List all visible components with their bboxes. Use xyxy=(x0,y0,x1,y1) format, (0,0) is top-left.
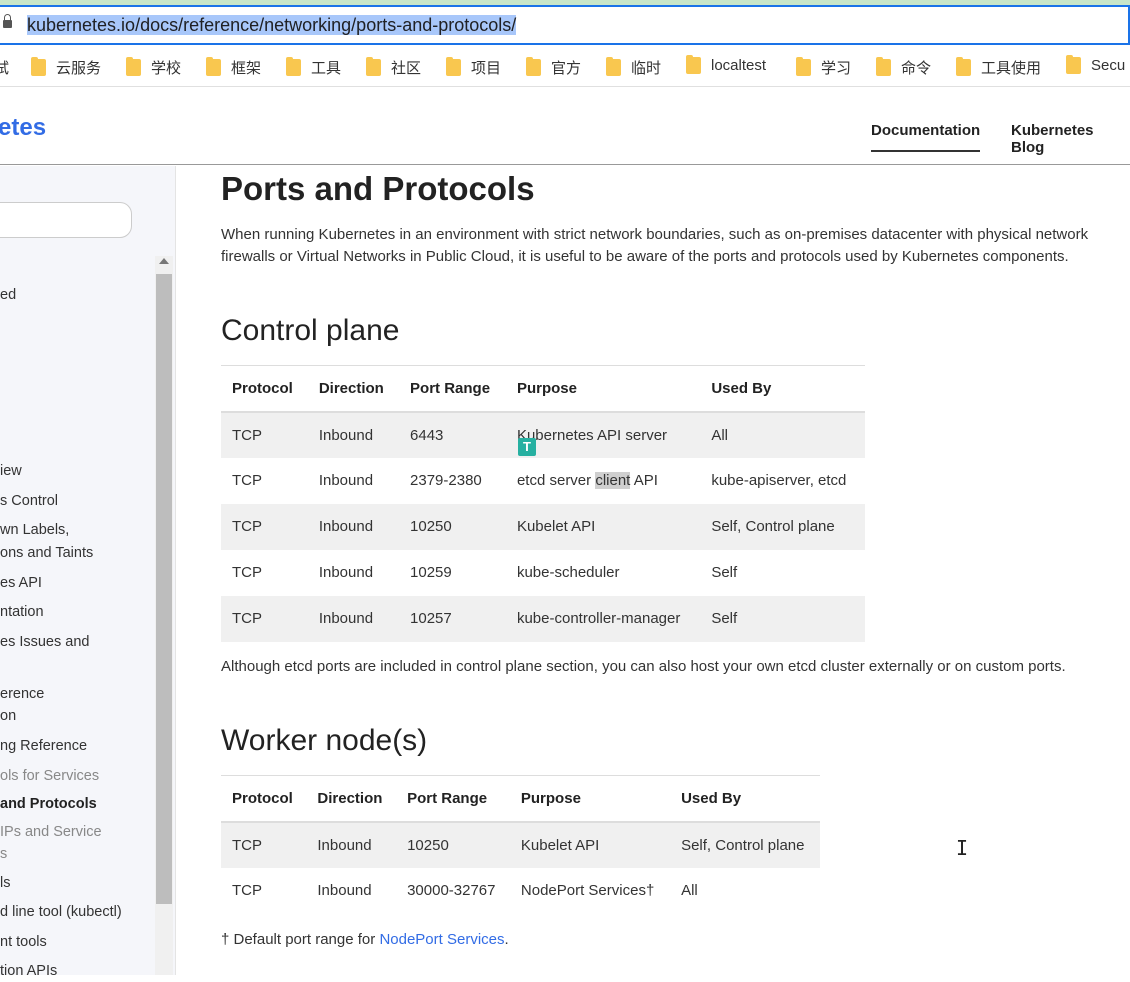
control-plane-table: Protocol Direction Port Range Purpose Us… xyxy=(221,365,865,642)
sidebar-item[interactable]: ed xyxy=(0,284,16,306)
bookmark-item[interactable]: localtest xyxy=(686,55,766,74)
sidebar-item[interactable]: ng Reference xyxy=(0,735,87,757)
column-header: Port Range xyxy=(396,775,510,823)
bookmark-item[interactable]: 工具 xyxy=(286,57,341,78)
folder-icon xyxy=(1066,55,1081,74)
column-header: Port Range xyxy=(399,365,506,413)
column-header: Direction xyxy=(307,365,400,413)
table-row: TCP Inbound 10250 Kubelet API Self, Cont… xyxy=(221,821,820,868)
column-header: Purpose xyxy=(509,775,671,823)
sidebar-item[interactable]: s Control xyxy=(0,490,58,512)
table-row: TCP Inbound 10257 kube-controller-manage… xyxy=(221,595,865,642)
bookmark-item[interactable]: Secu xyxy=(1066,55,1125,74)
section-heading-control-plane: Control plane xyxy=(221,314,400,347)
site-header: etes Documentation Kubernetes Blog xyxy=(0,88,1130,165)
sidebar-item[interactable]: ons and Taints xyxy=(0,542,93,564)
column-header: Purpose xyxy=(505,365,701,413)
table-row: TCP Inbound 6443 Kubernetes API server A… xyxy=(221,411,865,458)
bookmark-item[interactable]: 临时 xyxy=(606,57,661,78)
section-heading-worker-nodes: Worker node(s) xyxy=(221,724,428,757)
docs-sidebar: ed iew s Control wn Labels, ons and Tain… xyxy=(0,166,176,979)
sidebar-item[interactable]: s xyxy=(0,843,7,865)
column-header: Used By xyxy=(700,365,865,413)
bookmarks-bar: 试 云服务 学校 框架 工具 社区 项目 官方 临时 localtest 学习 … xyxy=(0,47,1130,87)
folder-icon xyxy=(446,57,461,76)
sidebar-item[interactable]: on xyxy=(0,705,16,727)
etcd-note: Although etcd ports are included in cont… xyxy=(221,658,1066,675)
intro-paragraph: When running Kubernetes in an environmen… xyxy=(221,226,1089,265)
sidebar-search-input[interactable] xyxy=(0,202,132,238)
table-row: TCP Inbound 30000-32767 NodePort Service… xyxy=(232,882,698,899)
sidebar-item[interactable]: erence xyxy=(0,683,44,705)
bookmark-item[interactable]: 官方 xyxy=(526,57,581,78)
nav-documentation[interactable]: Documentation xyxy=(871,122,981,152)
scroll-up-arrow-icon[interactable] xyxy=(159,258,169,264)
worker-node-table: Protocol Direction Port Range Purpose Us… xyxy=(221,775,820,914)
table-row: TCP Inbound 2379-2380 etcd server client… xyxy=(221,458,865,504)
bookmark-item[interactable]: 试 xyxy=(0,57,9,78)
scrollbar-thumb[interactable] xyxy=(156,274,172,904)
bookmark-item[interactable]: 框架 xyxy=(206,57,261,78)
sidebar-item-active[interactable]: and Protocols xyxy=(0,793,97,815)
page-title: Ports and Protocols xyxy=(221,170,535,207)
bookmark-item[interactable]: 项目 xyxy=(446,57,501,78)
sidebar-item[interactable]: nt tools xyxy=(0,931,47,953)
folder-icon xyxy=(876,57,891,76)
folder-icon xyxy=(126,57,141,76)
purpose-cell-with-selection: etcd server client API xyxy=(516,472,658,489)
selected-text: client xyxy=(595,472,631,489)
bookmark-item[interactable]: 学校 xyxy=(126,57,181,78)
text-cursor-icon: I xyxy=(956,836,969,860)
sidebar-item[interactable]: es API xyxy=(0,572,42,594)
sidebar-item[interactable]: ls xyxy=(0,872,10,894)
folder-icon xyxy=(286,57,301,76)
sidebar-scrollbar[interactable] xyxy=(155,256,173,975)
column-header: Direction xyxy=(306,775,397,823)
folder-icon xyxy=(796,57,811,76)
folder-icon xyxy=(956,57,971,76)
address-bar[interactable]: kubernetes.io/docs/reference/networking/… xyxy=(0,5,1130,45)
bookmark-item[interactable]: 社区 xyxy=(366,57,421,78)
lock-icon[interactable] xyxy=(3,14,12,29)
sidebar-item[interactable]: d line tool (kubectl) xyxy=(0,901,122,923)
table-row: TCP Inbound 10250 Kubelet API Self, Cont… xyxy=(221,503,865,550)
bookmark-item[interactable]: 命令 xyxy=(876,57,931,78)
sidebar-item[interactable]: es Issues and xyxy=(0,631,89,653)
sidebar-item[interactable]: ols for Services xyxy=(0,765,99,787)
sidebar-item[interactable]: tion APIs xyxy=(0,960,57,982)
nav-blog[interactable]: Kubernetes Blog xyxy=(1011,122,1130,156)
bookmark-item[interactable]: 学习 xyxy=(796,57,851,78)
folder-icon xyxy=(526,57,541,76)
folder-icon xyxy=(206,57,221,76)
site-logo[interactable]: etes xyxy=(0,114,46,142)
folder-icon xyxy=(366,57,381,76)
column-header: Protocol xyxy=(221,365,308,413)
sidebar-item[interactable]: wn Labels, xyxy=(0,519,69,541)
url-text[interactable]: kubernetes.io/docs/reference/networking/… xyxy=(27,15,517,36)
folder-icon xyxy=(606,57,621,76)
folder-icon xyxy=(686,55,701,74)
bookmark-item[interactable]: 云服务 xyxy=(31,57,101,78)
nodeport-services-link[interactable]: NodePort Services xyxy=(379,931,504,948)
translate-icon[interactable]: T xyxy=(518,438,536,456)
footnote: † Default port range for NodePort Servic… xyxy=(221,931,509,948)
main-content: Ports and Protocols When running Kuberne… xyxy=(221,166,1130,975)
table-row: TCP Inbound 10259 kube-scheduler Self xyxy=(232,564,738,581)
sidebar-item[interactable]: iew xyxy=(0,460,22,482)
bookmark-item[interactable]: 工具使用 xyxy=(956,57,1041,78)
sidebar-item[interactable]: IPs and Service xyxy=(0,821,102,843)
sidebar-item[interactable]: ntation xyxy=(0,601,44,623)
column-header: Protocol xyxy=(221,775,307,823)
folder-icon xyxy=(31,57,46,76)
column-header: Used By xyxy=(670,775,820,823)
